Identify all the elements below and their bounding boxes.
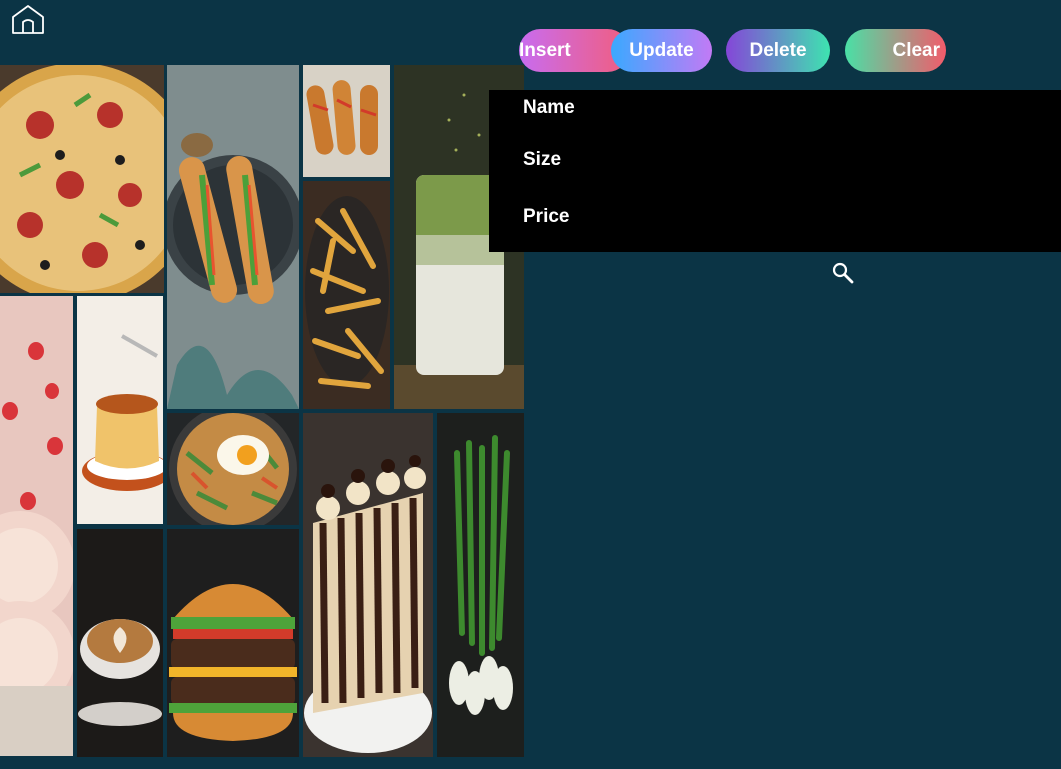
delete-button[interactable]: Delete (726, 29, 830, 72)
product-form: Name Size Price (489, 90, 1061, 252)
clear-button[interactable]: Clear (845, 29, 946, 72)
size-label: Size (523, 149, 562, 170)
bibimbap-photo (167, 413, 299, 525)
search-button[interactable] (831, 261, 855, 285)
price-field[interactable] (609, 205, 1033, 233)
flan-photo (77, 296, 163, 524)
spring-onions-photo (437, 413, 524, 757)
delete-button-label: Delete (749, 39, 807, 61)
insert-button-label: Insert (519, 39, 571, 61)
corn-dogs-photo (303, 65, 390, 177)
fries-photo (303, 181, 390, 409)
strawberry-roll-cake-photo (0, 296, 73, 756)
update-button[interactable]: Update (611, 29, 712, 72)
clear-button-label: Clear (892, 39, 940, 61)
update-button-label: Update (629, 39, 694, 61)
pizza-photo (0, 65, 164, 293)
latte-art-photo (77, 529, 163, 757)
food-gallery (0, 0, 524, 769)
burger-photo (167, 529, 299, 757)
search-icon (832, 262, 854, 284)
price-label: Price (523, 206, 570, 227)
banh-mi-photo (167, 65, 299, 409)
name-label: Name (523, 97, 575, 118)
chocolate-cake-photo (303, 413, 433, 757)
name-field[interactable] (609, 96, 1033, 124)
size-field[interactable] (609, 148, 1033, 176)
